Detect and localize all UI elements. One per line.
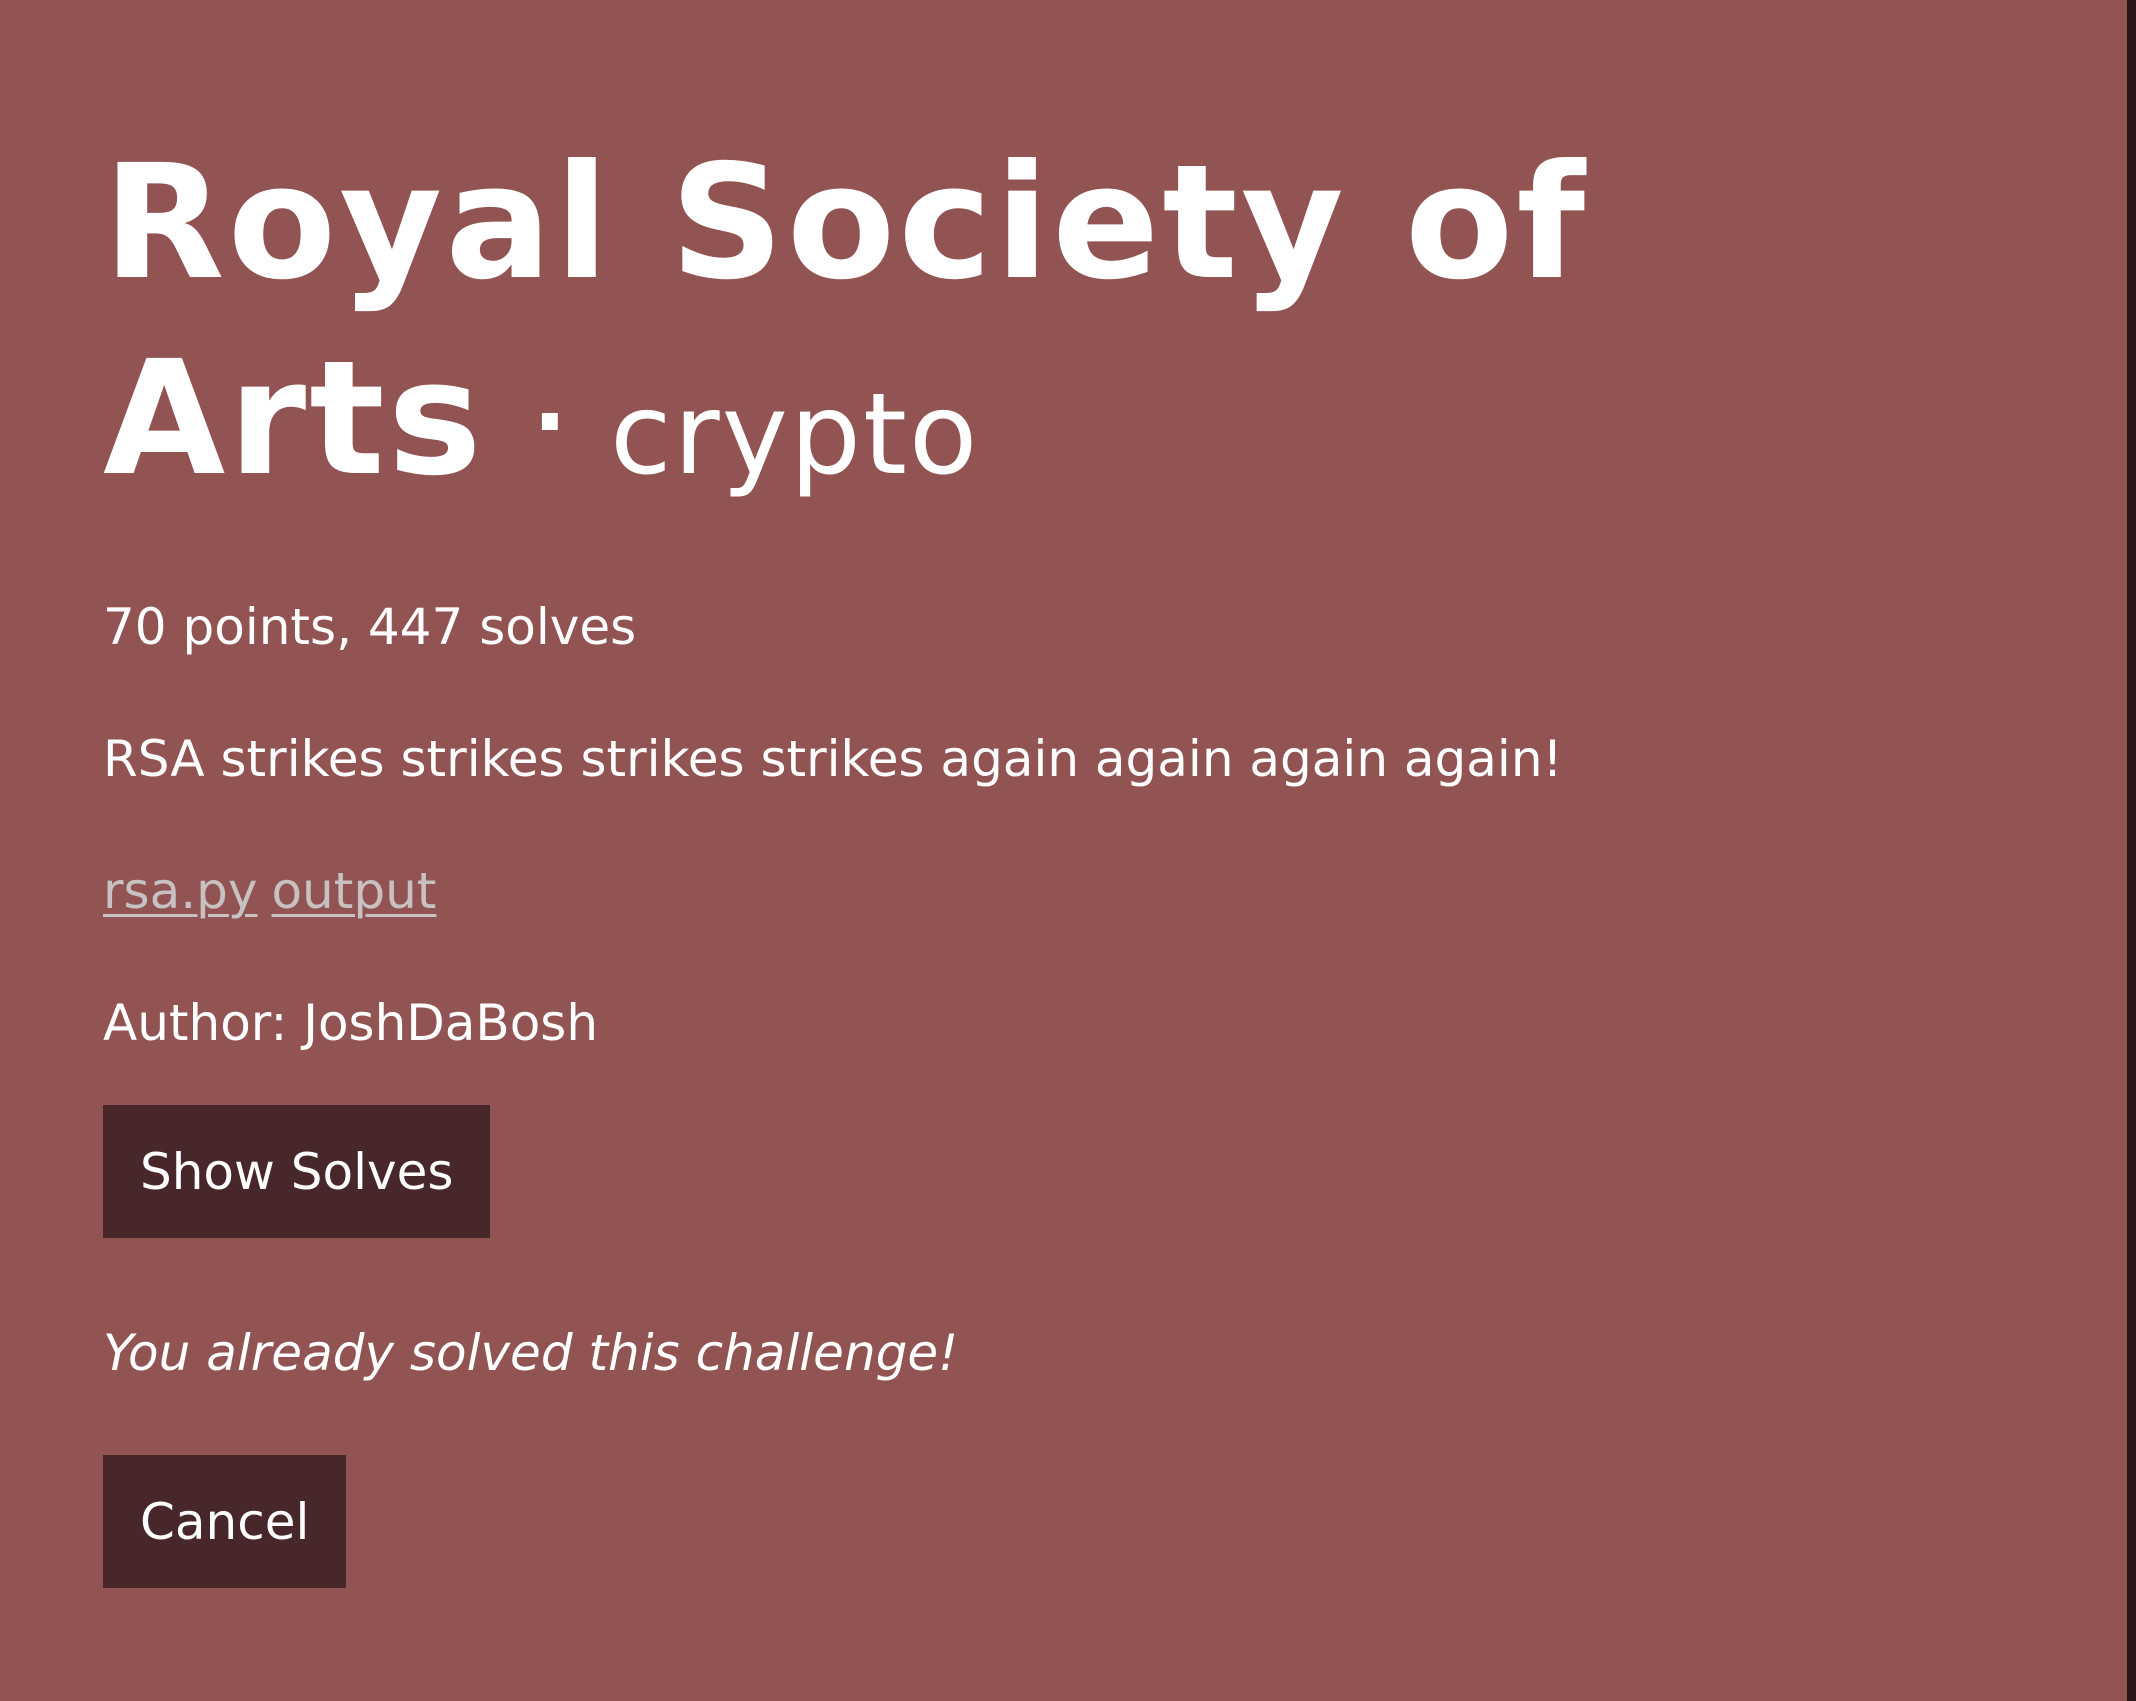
solved-status-message: You already solved this challenge! — [103, 1324, 959, 1382]
challenge-points-solves: 70 points, 447 solves — [103, 598, 637, 656]
file-link-rsa-py[interactable]: rsa.py — [103, 862, 257, 920]
cancel-button[interactable]: Cancel — [103, 1455, 347, 1588]
challenge-modal: Royal Society of Arts · crypto 70 points, … — [103, 125, 1903, 1588]
show-solves-button[interactable]: Show Solves — [103, 1105, 491, 1238]
challenge-description: RSA strikes strikes strikes strikes agai… — [103, 730, 1563, 788]
title-separator: · — [532, 370, 570, 475]
challenge-title-heading: Royal Society of Arts · crypto — [103, 125, 1903, 541]
scrollbar-edge — [2127, 0, 2136, 1701]
challenge-author: Author: JoshDaBosh — [103, 994, 599, 1052]
file-link-output[interactable]: output — [271, 862, 436, 920]
challenge-files: rsa.py output — [103, 861, 1903, 921]
challenge-category: crypto — [609, 370, 980, 500]
